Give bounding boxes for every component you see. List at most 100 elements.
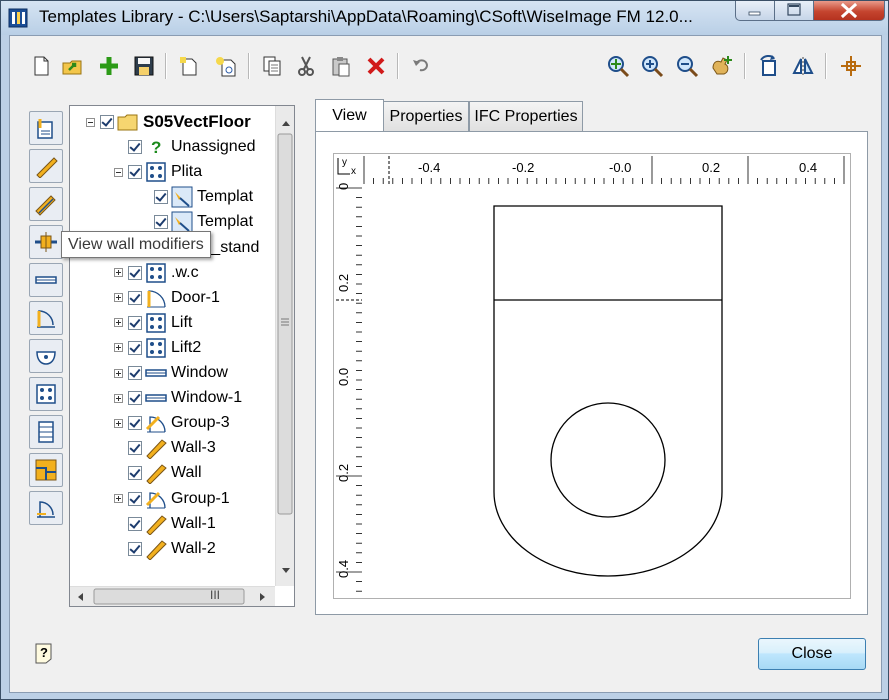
tree-item[interactable]: .w.c [114, 261, 199, 285]
visibility-checkbox[interactable] [128, 315, 142, 330]
copy-icon [263, 56, 281, 76]
open-icon [62, 60, 82, 75]
view-grid-objects-button[interactable] [29, 377, 63, 411]
paste-button[interactable] [328, 53, 354, 79]
visibility-checkbox[interactable] [128, 541, 142, 556]
view-walls-button[interactable] [29, 149, 63, 183]
cut-button[interactable] [293, 53, 319, 79]
view-plan-button[interactable] [29, 453, 63, 487]
pan-button[interactable] [709, 53, 735, 79]
zoom-in-button[interactable] [639, 53, 665, 79]
tab-view[interactable]: View [315, 99, 384, 132]
window-icon [145, 387, 167, 409]
add-button[interactable] [96, 53, 122, 79]
view-windows-button[interactable] [29, 263, 63, 297]
visibility-checkbox[interactable] [128, 366, 142, 380]
visibility-checkbox[interactable] [128, 491, 142, 506]
tab-properties[interactable]: Properties [383, 101, 469, 131]
visibility-checkbox[interactable] [128, 391, 142, 406]
copy-button[interactable] [259, 53, 285, 79]
expand-icon[interactable] [114, 368, 123, 378]
view-properties-button[interactable] [29, 111, 63, 145]
save-button[interactable] [131, 53, 157, 79]
close-button[interactable]: Close [758, 638, 866, 670]
expand-icon[interactable] [114, 494, 123, 503]
tree-item[interactable]: Wall-1 [114, 512, 216, 536]
door-icon [145, 287, 167, 309]
expand-icon[interactable] [114, 418, 123, 428]
group-icon [145, 488, 167, 510]
insertion-point-button[interactable] [838, 53, 864, 79]
expand-icon[interactable] [114, 293, 123, 303]
tree-item[interactable]: Wall-3 [114, 436, 216, 460]
maximize-icon [787, 3, 801, 16]
tree-item[interactable]: Window [114, 361, 228, 385]
tree-item[interactable]: ? Unassigned [114, 135, 256, 159]
rotate-button[interactable] [756, 53, 782, 79]
visibility-checkbox[interactable] [154, 215, 168, 230]
visibility-checkbox[interactable] [128, 340, 142, 355]
mirror-button[interactable] [791, 53, 817, 79]
tree-item[interactable]: Plita [114, 160, 202, 184]
minimize-button[interactable] [735, 1, 775, 21]
visibility-checkbox[interactable] [128, 516, 142, 531]
tab-ifc-properties[interactable]: IFC Properties [469, 101, 583, 131]
open-button[interactable] [60, 53, 86, 79]
help-button[interactable]: ? [34, 642, 54, 664]
visibility-checkbox[interactable] [128, 466, 142, 481]
tree-item[interactable]: Group-1 [114, 487, 230, 511]
view-wall-layers-button[interactable] [29, 187, 63, 221]
visibility-checkbox[interactable] [128, 165, 142, 180]
tree-item[interactable]: Lift [114, 311, 192, 335]
collapse-icon[interactable] [114, 167, 123, 177]
new-template-button[interactable] [176, 53, 202, 79]
tree-item[interactable]: Door-1 [114, 286, 220, 310]
visibility-checkbox[interactable] [128, 265, 142, 280]
maximize-button[interactable] [774, 1, 814, 21]
tree-item[interactable]: Wall-2 [114, 537, 216, 561]
tree-horizontal-scrollbar[interactable]: III [70, 586, 275, 606]
tree-item[interactable]: Group-3 [114, 411, 230, 435]
expand-icon[interactable] [114, 393, 123, 403]
visibility-checkbox[interactable] [128, 416, 142, 431]
template-icon [171, 186, 193, 208]
close-window-button[interactable] [813, 1, 885, 21]
view-doors-button[interactable] [29, 301, 63, 335]
tree-item[interactable]: Window-1 [114, 386, 242, 410]
plan-icon [35, 459, 57, 481]
zoom-out-button[interactable] [674, 53, 700, 79]
tree-item[interactable]: Templat [140, 185, 253, 209]
tree-item-label: Unassigned [171, 138, 256, 156]
new-button[interactable] [28, 53, 54, 79]
h-ruler-label: 0.4 [799, 160, 817, 175]
zoom-fit-button[interactable] [605, 53, 631, 79]
view-stairs-button[interactable] [29, 415, 63, 449]
expand-icon[interactable] [114, 318, 123, 328]
undo-button[interactable] [408, 53, 434, 79]
insertion-point-icon [841, 56, 861, 76]
tree-item[interactable]: Lift2 [114, 336, 201, 360]
new-template-wizard-button[interactable] [213, 53, 239, 79]
view-wall-modifiers-button[interactable] [29, 225, 63, 259]
expand-icon[interactable] [114, 268, 123, 278]
view-plumbing-button[interactable] [29, 339, 63, 373]
tree-item-label: Group-1 [171, 489, 230, 507]
view-openings-button[interactable] [29, 491, 63, 525]
visibility-checkbox[interactable] [154, 190, 168, 205]
collapse-icon[interactable] [86, 117, 95, 127]
template-shape [493, 205, 723, 577]
templates-tree[interactable]: S05VectFloor? Unassigned Plita Templat Templ… [69, 105, 295, 607]
tree-item[interactable]: Wall [114, 461, 202, 485]
visibility-checkbox[interactable] [100, 115, 114, 129]
visibility-checkbox[interactable] [128, 441, 142, 456]
ruler-corner-x: x [351, 166, 356, 177]
delete-button[interactable] [363, 53, 389, 79]
tree-vertical-scrollbar[interactable] [275, 106, 294, 586]
visibility-checkbox[interactable] [128, 140, 142, 155]
tree-item[interactable]: S05VectFloor [86, 110, 251, 134]
expand-icon[interactable] [114, 343, 123, 353]
title-bar[interactable]: Templates Library - C:\Users\Saptarshi\A… [1, 1, 888, 35]
zoom-out-icon [677, 56, 699, 78]
preview-canvas[interactable]: y x -0.4 -0.2 -0.0 0.2 0.4 0 0.2 0.0 0.2… [333, 153, 851, 599]
visibility-checkbox[interactable] [128, 290, 142, 305]
